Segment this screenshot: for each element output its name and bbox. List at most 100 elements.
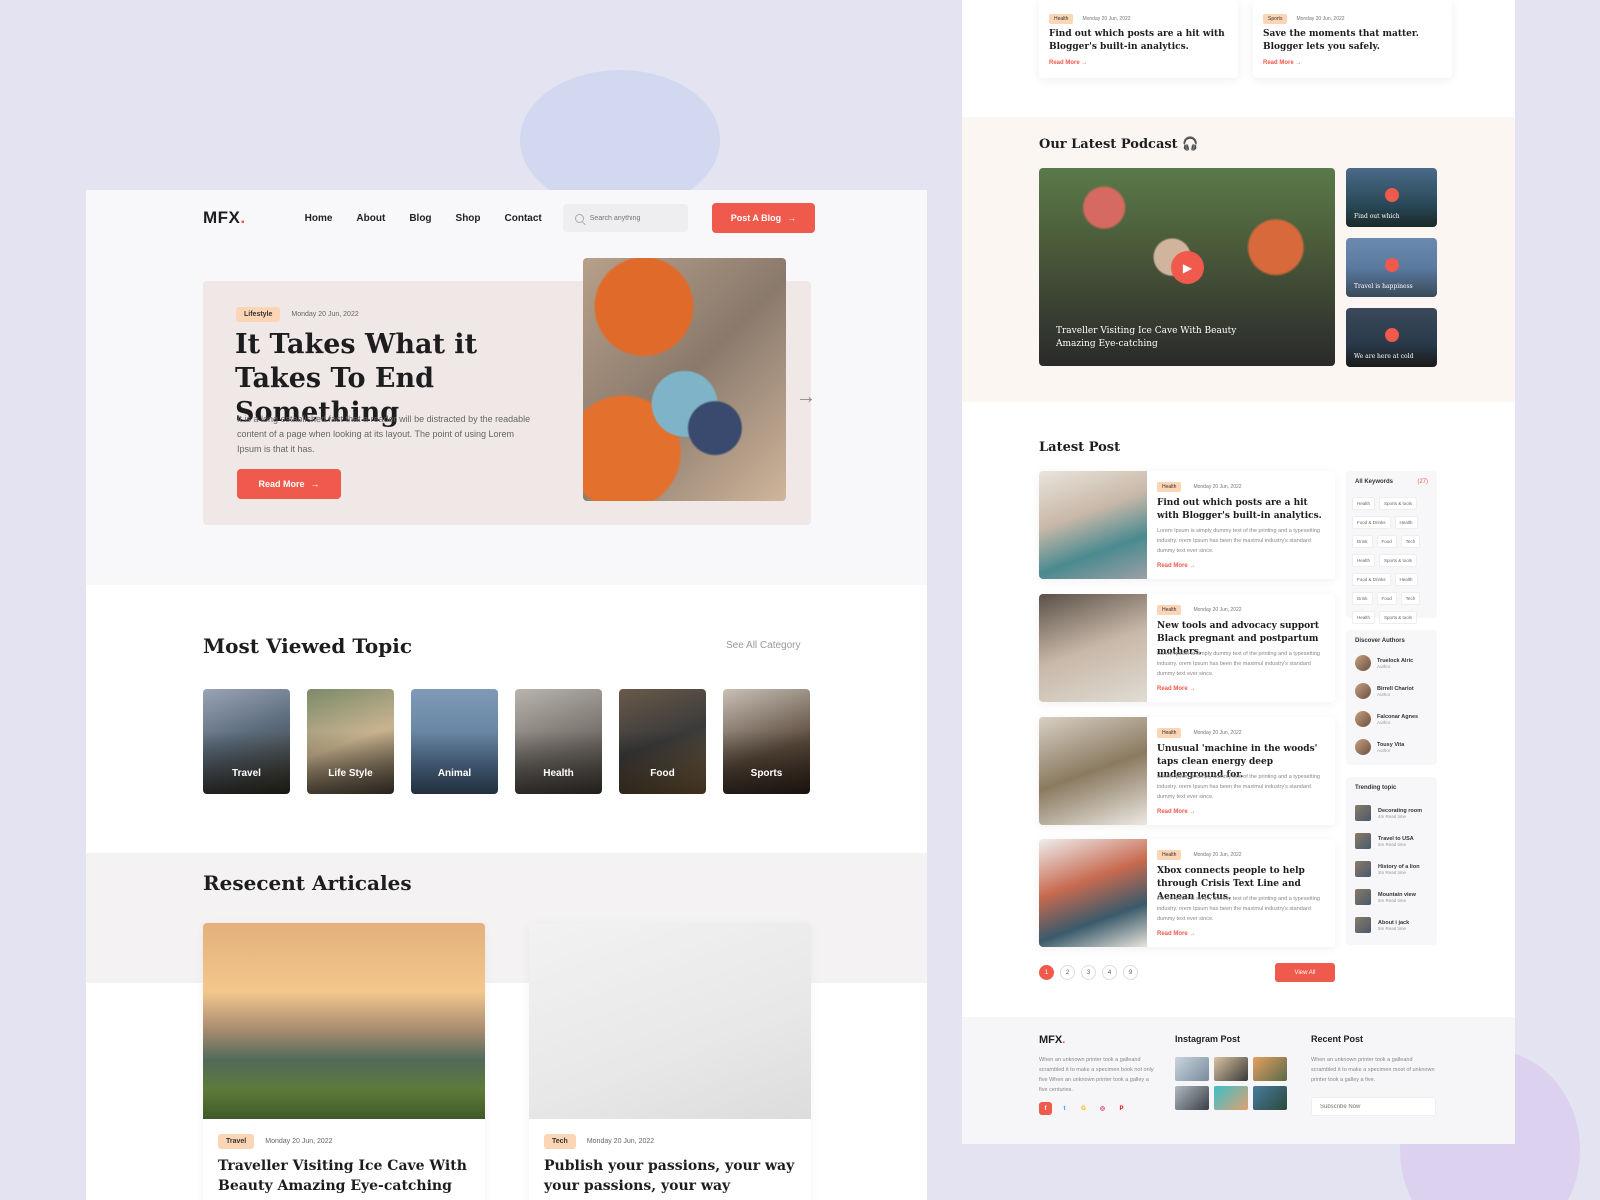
instagram-photo[interactable] bbox=[1253, 1057, 1287, 1081]
article-card[interactable]: Tech Monday 20 Jun, 2022 Publish your pa… bbox=[529, 923, 811, 1200]
keyword-tag[interactable]: Health bbox=[1394, 573, 1418, 586]
topic-card-sports[interactable]: Sports bbox=[723, 689, 810, 794]
trending-item[interactable]: History of a lion 3m Read time bbox=[1355, 861, 1420, 877]
post-card[interactable]: Health Monday 20 Jun, 2022 Find out whic… bbox=[1039, 0, 1238, 78]
author-name: Tousy Vita bbox=[1377, 741, 1405, 748]
topic-card-health[interactable]: Health bbox=[515, 689, 602, 794]
keyword-tag[interactable]: Sports & tools bbox=[1379, 611, 1418, 624]
author-item[interactable]: Falconar Agnes Author bbox=[1355, 711, 1418, 727]
instagram-icon[interactable]: ◎ bbox=[1096, 1102, 1109, 1115]
latest-post-card[interactable]: Health Monday 20 Jun, 2022 Xbox connects … bbox=[1039, 839, 1335, 947]
keyword-tag[interactable]: Tech bbox=[1400, 592, 1421, 605]
keyword-tag[interactable]: Sports & tools bbox=[1379, 497, 1418, 510]
footer-logo[interactable]: MFX. bbox=[1039, 1034, 1065, 1046]
category-badge[interactable]: Tech bbox=[544, 1134, 576, 1149]
instagram-photo[interactable] bbox=[1175, 1086, 1209, 1110]
keyword-tag[interactable]: Food & Drinks bbox=[1352, 573, 1391, 586]
trending-item[interactable]: Mountain view 5m Read time bbox=[1355, 889, 1416, 905]
keyword-tag[interactable]: Health bbox=[1352, 554, 1376, 567]
category-badge[interactable]: Health bbox=[1157, 728, 1182, 738]
next-slide-arrow-icon[interactable]: → bbox=[796, 386, 816, 409]
google-icon[interactable]: G bbox=[1077, 1102, 1090, 1115]
post-title[interactable]: Find out which posts are a hit with Blog… bbox=[1157, 497, 1327, 523]
play-icon[interactable]: ▶ bbox=[1171, 251, 1204, 284]
category-badge[interactable]: Health bbox=[1049, 14, 1074, 24]
trending-item[interactable]: About i jack 5m Read time bbox=[1355, 917, 1409, 933]
play-icon[interactable] bbox=[1385, 188, 1399, 202]
play-icon[interactable] bbox=[1385, 258, 1399, 272]
podcast-thumbnail[interactable]: Travel is happiness bbox=[1346, 238, 1437, 297]
category-badge[interactable]: Sports bbox=[1263, 14, 1288, 24]
podcast-main-video[interactable]: ▶ Traveller Visiting Ice Cave With Beaut… bbox=[1039, 168, 1335, 366]
keyword-tag[interactable]: Food bbox=[1376, 535, 1397, 548]
keyword-tag[interactable]: Sports & tools bbox=[1379, 554, 1418, 567]
read-more-link[interactable]: Read More → bbox=[1157, 563, 1195, 569]
keyword-tag[interactable]: Food bbox=[1376, 592, 1397, 605]
keyword-tag[interactable]: Drink bbox=[1352, 592, 1373, 605]
article-title[interactable]: Traveller Visiting Ice Cave With Beauty … bbox=[218, 1156, 478, 1196]
read-more-link[interactable]: Read More → bbox=[1157, 931, 1195, 937]
keyword-tag[interactable]: Health bbox=[1352, 497, 1376, 510]
read-more-link[interactable]: Read More → bbox=[1157, 686, 1195, 692]
topic-card-food[interactable]: Food bbox=[619, 689, 706, 794]
podcast-thumbnail[interactable]: We are here at cold bbox=[1346, 308, 1437, 367]
page-button[interactable]: 3 bbox=[1081, 965, 1096, 980]
instagram-photo[interactable] bbox=[1253, 1086, 1287, 1110]
view-all-button[interactable]: View All bbox=[1275, 963, 1335, 982]
podcast-thumbnail[interactable]: Find out which bbox=[1346, 168, 1437, 227]
category-badge[interactable]: Health bbox=[1157, 605, 1182, 615]
instagram-photo[interactable] bbox=[1214, 1057, 1248, 1081]
latest-post-card[interactable]: Health Monday 20 Jun, 2022 Find out which… bbox=[1039, 471, 1335, 579]
play-icon[interactable] bbox=[1385, 328, 1399, 342]
facebook-icon[interactable]: f bbox=[1039, 1102, 1052, 1115]
read-more-link[interactable]: Read More → bbox=[1157, 809, 1195, 815]
see-all-category-link[interactable]: See All Category bbox=[726, 640, 801, 651]
author-item[interactable]: Truelock Alric Author bbox=[1355, 655, 1413, 671]
topic-card-life-style[interactable]: Life Style bbox=[307, 689, 394, 794]
read-more-link[interactable]: Read More → bbox=[1263, 60, 1301, 66]
nav-about-link[interactable]: About bbox=[356, 213, 385, 224]
nav-shop-link[interactable]: Shop bbox=[456, 213, 481, 224]
logo[interactable]: MFX. bbox=[203, 208, 246, 228]
subscribe-input[interactable] bbox=[1311, 1097, 1436, 1116]
post-image bbox=[1039, 471, 1147, 579]
post-card[interactable]: Sports Monday 20 Jun, 2022 Save the mome… bbox=[1253, 0, 1452, 78]
nav-blog-link[interactable]: Blog bbox=[409, 213, 431, 224]
category-badge[interactable]: Health bbox=[1157, 850, 1182, 860]
read-more-button[interactable]: Read More → bbox=[237, 469, 341, 499]
article-title[interactable]: Publish your passions, your way your pas… bbox=[544, 1156, 804, 1196]
page-button[interactable]: 9 bbox=[1123, 965, 1138, 980]
category-badge[interactable]: Travel bbox=[218, 1134, 255, 1149]
post-a-blog-button[interactable]: Post A Blog → bbox=[711, 203, 815, 233]
page-button[interactable]: 2 bbox=[1060, 965, 1075, 980]
keyword-tag[interactable]: Health bbox=[1394, 516, 1418, 529]
pinterest-icon[interactable]: P bbox=[1115, 1102, 1128, 1115]
category-badge[interactable]: Lifestyle bbox=[236, 307, 281, 322]
author-item[interactable]: Birrell Chariot Author bbox=[1355, 683, 1414, 699]
keyword-tag[interactable]: Food & Drinks bbox=[1352, 516, 1391, 529]
topic-card-animal[interactable]: Animal bbox=[411, 689, 498, 794]
latest-post-card[interactable]: Health Monday 20 Jun, 2022 New tools and … bbox=[1039, 594, 1335, 702]
keyword-tag[interactable]: Tech bbox=[1400, 535, 1421, 548]
topic-card-travel[interactable]: Travel bbox=[203, 689, 290, 794]
instagram-photo[interactable] bbox=[1214, 1086, 1248, 1110]
read-more-link[interactable]: Read More → bbox=[1049, 60, 1087, 66]
nav-contact-link[interactable]: Contact bbox=[505, 213, 542, 224]
trending-item[interactable]: Decorating room 4m Read time bbox=[1355, 805, 1422, 821]
keyword-tag[interactable]: Drink bbox=[1352, 535, 1373, 548]
twitter-icon[interactable]: t bbox=[1058, 1102, 1071, 1115]
page-button[interactable]: 4 bbox=[1102, 965, 1117, 980]
trending-item[interactable]: Travel to USA 5m Read time bbox=[1355, 833, 1414, 849]
post-title[interactable]: Save the moments that matter. Blogger le… bbox=[1263, 28, 1443, 54]
keyword-tag[interactable]: Health bbox=[1352, 611, 1376, 624]
post-title[interactable]: Find out which posts are a hit with Blog… bbox=[1049, 28, 1229, 54]
instagram-photo[interactable] bbox=[1175, 1057, 1209, 1081]
latest-post-card[interactable]: Health Monday 20 Jun, 2022 Unusual 'machi… bbox=[1039, 717, 1335, 825]
search-input[interactable] bbox=[589, 214, 680, 222]
article-card[interactable]: Travel Monday 20 Jun, 2022 Traveller Vis… bbox=[203, 923, 485, 1200]
page-button[interactable]: 1 bbox=[1039, 965, 1054, 980]
author-item[interactable]: Tousy Vita Author bbox=[1355, 739, 1404, 755]
nav-home-link[interactable]: Home bbox=[305, 213, 333, 224]
category-badge[interactable]: Health bbox=[1157, 482, 1182, 492]
article-meta: Travel Monday 20 Jun, 2022 bbox=[218, 1134, 333, 1149]
